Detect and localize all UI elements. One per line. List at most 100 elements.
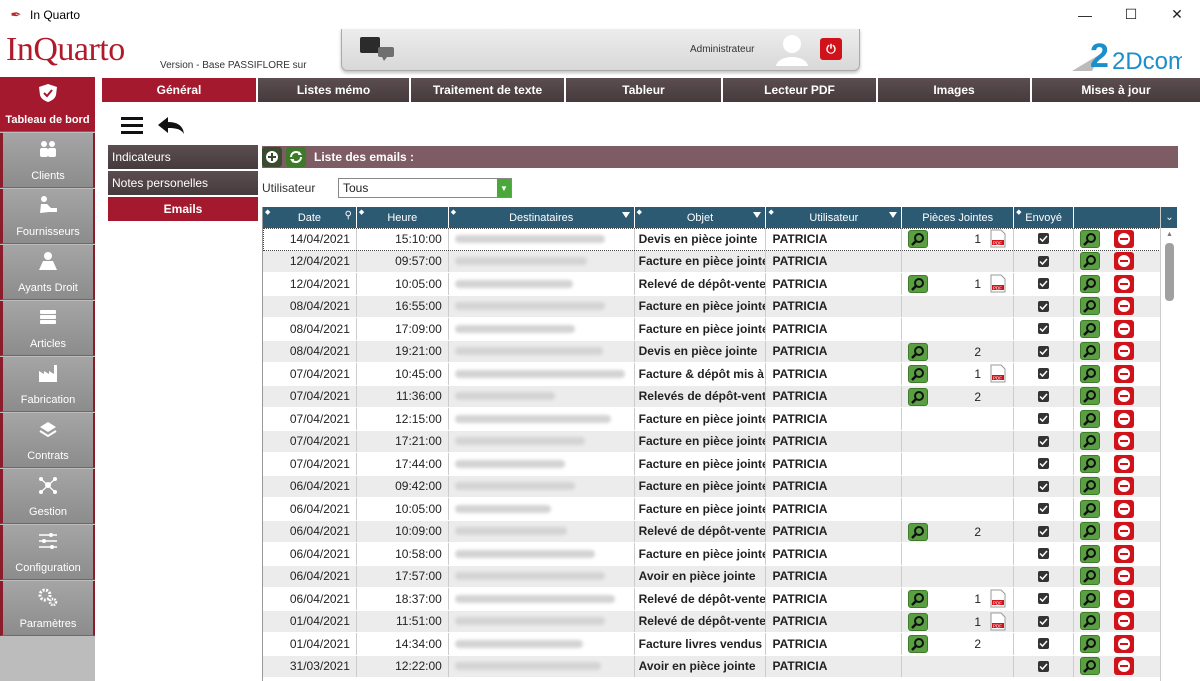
sidebar-item-configuration[interactable]: Configuration (0, 525, 95, 580)
sidebar-item-clients[interactable]: Clients (0, 133, 95, 188)
tab-images[interactable]: Images (878, 78, 1032, 102)
table-row[interactable]: 08/04/2021 19:21:00 Devis en pièce jointe P… (263, 340, 1161, 363)
col-destinataires[interactable]: ◆ Destinataires (449, 207, 635, 228)
delete-email-button[interactable] (1114, 319, 1135, 338)
view-email-button[interactable] (1080, 319, 1101, 338)
view-attachment-button[interactable] (908, 275, 929, 293)
table-row[interactable]: 08/04/2021 16:55:00 Facture en pièce joint… (263, 295, 1161, 318)
table-row[interactable]: 08/04/2021 17:09:00 Facture en pièce joint… (263, 318, 1161, 341)
table-row[interactable]: 07/04/2021 17:21:00 Facture en pièce joint… (263, 430, 1161, 453)
table-row[interactable]: 06/04/2021 17:57:00 Avoir en pièce jointe P… (263, 565, 1161, 588)
view-email-button[interactable] (1080, 634, 1101, 653)
submenu-notes-personelles[interactable]: Notes personelles (108, 171, 258, 195)
view-email-button[interactable] (1080, 544, 1101, 563)
view-email-button[interactable] (1080, 274, 1101, 293)
delete-email-button[interactable] (1114, 567, 1135, 586)
refresh-button[interactable] (286, 147, 306, 167)
table-row[interactable]: 06/04/2021 10:05:00 Facture en pièce joint… (263, 498, 1161, 521)
tab-tableur[interactable]: Tableur (566, 78, 723, 102)
submenu-emails[interactable]: Emails (108, 197, 258, 221)
sent-checkbox[interactable] (1038, 615, 1050, 627)
scroll-up-icon[interactable]: ▲ (1166, 231, 1173, 238)
pdf-file-icon[interactable]: PDF (990, 274, 1006, 293)
table-row[interactable]: 06/04/2021 18:37:00 Relevé de dépôt-vente P… (263, 588, 1161, 611)
col-objet[interactable]: ◆ Objet (635, 207, 767, 228)
sidebar-item-parametres[interactable]: Paramètres (0, 581, 95, 636)
sent-checkbox[interactable] (1038, 593, 1050, 605)
delete-email-button[interactable] (1114, 477, 1135, 496)
sent-checkbox[interactable] (1038, 548, 1050, 560)
sidebar-item-ayants-droit[interactable]: Ayants Droit (0, 245, 95, 300)
sent-checkbox[interactable] (1038, 458, 1050, 470)
tab-mises-a-jour[interactable]: Mises à jour (1032, 78, 1200, 102)
sent-checkbox[interactable] (1038, 233, 1050, 245)
delete-email-button[interactable] (1114, 522, 1135, 541)
table-row[interactable]: 12/04/2021 10:05:00 Relevé de dépôt-vente P… (263, 273, 1161, 296)
view-email-button[interactable] (1080, 342, 1101, 361)
sidebar-item-contrats[interactable]: Contrats (0, 413, 95, 468)
minimize-button[interactable]: — (1062, 0, 1108, 29)
delete-email-button[interactable] (1114, 274, 1135, 293)
view-email-button[interactable] (1080, 522, 1101, 541)
view-email-button[interactable] (1080, 477, 1101, 496)
sent-checkbox[interactable] (1038, 413, 1050, 425)
col-date[interactable]: ◆ Date ⚲ (263, 207, 357, 228)
column-chooser-icon[interactable]: ⌄ (1161, 207, 1178, 228)
col-utilisateur[interactable]: ◆ Utilisateur (766, 207, 903, 228)
sidebar-item-gestion[interactable]: Gestion (0, 469, 95, 524)
view-email-button[interactable] (1080, 252, 1101, 271)
pdf-file-icon[interactable]: PDF (990, 229, 1006, 248)
view-attachment-button[interactable] (908, 635, 929, 653)
view-attachment-button[interactable] (908, 612, 929, 631)
delete-email-button[interactable] (1114, 499, 1135, 518)
table-row[interactable]: 07/04/2021 17:44:00 Facture en pièce joint… (263, 453, 1161, 476)
table-row[interactable]: 06/04/2021 10:09:00 Relevé de dépôt-vente P… (263, 520, 1161, 543)
view-email-button[interactable] (1080, 589, 1101, 608)
view-attachment-button[interactable] (908, 365, 929, 383)
view-email-button[interactable] (1080, 297, 1101, 316)
messages-icon[interactable] (358, 35, 396, 61)
delete-email-button[interactable] (1114, 612, 1135, 631)
sent-checkbox[interactable] (1038, 570, 1050, 582)
view-email-button[interactable] (1080, 432, 1101, 451)
sidebar-item-articles[interactable]: Articles (0, 301, 95, 356)
view-email-button[interactable] (1080, 387, 1101, 406)
delete-email-button[interactable] (1114, 229, 1135, 248)
submenu-indicateurs[interactable]: Indicateurs (108, 145, 258, 169)
sidebar-item-fabrication[interactable]: Fabrication (0, 357, 95, 412)
sent-checkbox[interactable] (1038, 660, 1050, 672)
sent-checkbox[interactable] (1038, 368, 1050, 380)
pdf-file-icon[interactable]: PDF (990, 364, 1006, 383)
table-row[interactable]: 07/04/2021 12:15:00 Facture en pièce joint… (263, 408, 1161, 431)
view-email-button[interactable] (1080, 364, 1101, 383)
table-row[interactable]: 07/04/2021 10:45:00 Facture & dépôt mis à … (263, 363, 1161, 386)
user-filter-select[interactable]: Tous ▼ (338, 178, 512, 198)
back-arrow-icon[interactable] (156, 115, 186, 135)
delete-email-button[interactable] (1114, 297, 1135, 316)
view-attachment-button[interactable] (908, 230, 929, 248)
logout-power-button[interactable]: ⏻ (820, 38, 842, 60)
sent-checkbox[interactable] (1038, 480, 1050, 492)
table-row[interactable]: 01/04/2021 11:51:00 Relevé de dépôt-vente P… (263, 610, 1161, 633)
delete-email-button[interactable] (1114, 634, 1135, 653)
view-email-button[interactable] (1080, 612, 1101, 631)
add-email-button[interactable] (262, 147, 282, 167)
sent-checkbox[interactable] (1038, 390, 1050, 402)
sidebar-item-tableau-de-bord[interactable]: Tableau de bord (0, 77, 95, 132)
tab-listes-memo[interactable]: Listes mémo (258, 78, 411, 102)
sent-checkbox[interactable] (1038, 503, 1050, 515)
table-row[interactable]: 06/04/2021 09:42:00 Facture en pièce joint… (263, 475, 1161, 498)
delete-email-button[interactable] (1114, 544, 1135, 563)
view-email-button[interactable] (1080, 454, 1101, 473)
table-scrollbar[interactable]: ⌄ ▲ (1160, 207, 1178, 681)
view-attachment-button[interactable] (908, 387, 929, 406)
tab-traitement-de-texte[interactable]: Traitement de texte (411, 78, 566, 102)
sidebar-item-fournisseurs[interactable]: Fournisseurs (0, 189, 95, 244)
view-email-button[interactable] (1080, 499, 1101, 518)
table-row[interactable]: 31/03/2021 12:22:00 Avoir en pièce jointe P… (263, 655, 1161, 678)
delete-email-button[interactable] (1114, 589, 1135, 608)
delete-email-button[interactable] (1114, 454, 1135, 473)
view-attachment-button[interactable] (908, 522, 929, 541)
sent-checkbox[interactable] (1038, 300, 1050, 312)
scrollbar-thumb[interactable] (1165, 243, 1174, 301)
